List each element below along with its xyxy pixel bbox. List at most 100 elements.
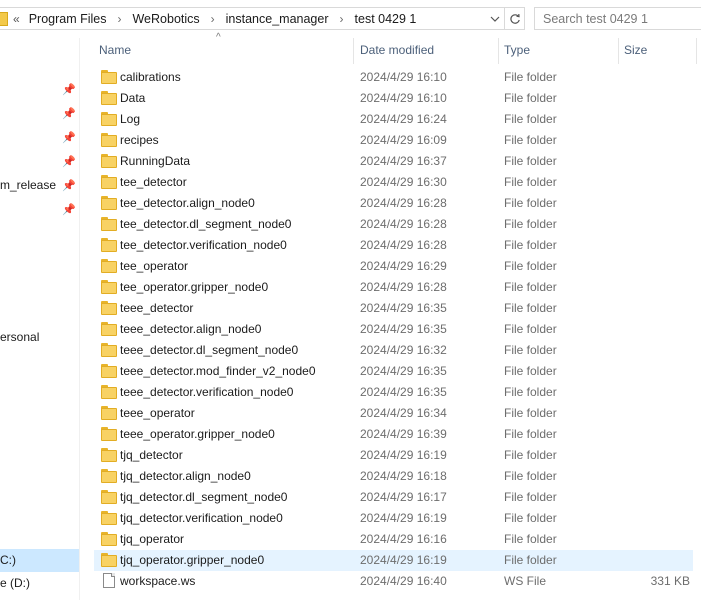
file-name: tjq_detector.verification_node0 [120, 511, 283, 525]
file-row[interactable]: tee_detector.align_node0 2024/4/29 16:28 F… [94, 193, 693, 214]
column-header-name[interactable]: Name [99, 38, 131, 62]
file-row[interactable]: tee_detector.verification_node0 2024/4/29… [94, 235, 693, 256]
file-size [590, 88, 690, 109]
file-size [590, 445, 690, 466]
file-size [590, 361, 690, 382]
file-size [590, 403, 690, 424]
drive-d[interactable]: e (D:) [0, 572, 79, 595]
breadcrumb-werobotics[interactable]: WeRobotics [131, 12, 200, 26]
file-size [590, 550, 690, 571]
pin-icon[interactable]: 📌 [62, 83, 76, 97]
file-size [590, 487, 690, 508]
file-row[interactable]: tjq_detector.align_node0 2024/4/29 16:18 F… [94, 466, 693, 487]
column-divider[interactable] [353, 38, 354, 64]
pin-icon[interactable]: 📌 [62, 107, 76, 121]
file-icon [101, 573, 117, 588]
file-type: File folder [504, 406, 557, 420]
file-row[interactable]: teee_operator.gripper_node0 2024/4/29 16:… [94, 424, 693, 445]
column-divider[interactable] [696, 38, 697, 64]
breadcrumb-program-files[interactable]: Program Files [28, 12, 108, 26]
column-header-type[interactable]: Type [504, 38, 530, 62]
file-date-modified: 2024/4/29 16:28 [360, 217, 447, 231]
folder-icon [101, 280, 117, 294]
column-header-size[interactable]: Size [624, 38, 647, 62]
file-name: teee_detector.mod_finder_v2_node0 [120, 364, 316, 378]
file-row[interactable]: tee_operator.gripper_node0 2024/4/29 16:2… [94, 277, 693, 298]
folder-icon [101, 406, 117, 420]
file-date-modified: 2024/4/29 16:34 [360, 406, 447, 420]
file-type: File folder [504, 469, 557, 483]
refresh-icon[interactable] [505, 7, 525, 30]
column-divider[interactable] [498, 38, 499, 64]
file-type: File folder [504, 280, 557, 294]
quick-access-item[interactable]: m_release [0, 174, 56, 196]
folder-icon [101, 196, 117, 210]
file-row[interactable]: tjq_operator.gripper_node0 2024/4/29 16:1… [94, 550, 693, 571]
file-name: tee_detector.align_node0 [120, 196, 255, 210]
chevron-right-icon[interactable]: › [117, 12, 121, 26]
chevron-right-icon[interactable]: › [211, 12, 215, 26]
file-name: tee_operator.gripper_node0 [120, 280, 269, 294]
file-row[interactable]: tee_operator 2024/4/29 16:29 File folder [94, 256, 693, 277]
file-date-modified: 2024/4/29 16:35 [360, 385, 447, 399]
file-row[interactable]: workspace.ws 2024/4/29 16:40 WS File 331 KB [94, 571, 693, 592]
file-date-modified: 2024/4/29 16:39 [360, 427, 447, 441]
file-size [590, 529, 690, 550]
file-row[interactable]: tee_detector 2024/4/29 16:30 File folder [94, 172, 693, 193]
folder-icon [101, 343, 117, 357]
folder-icon [101, 133, 117, 147]
file-row[interactable]: tjq_detector.dl_segment_node0 2024/4/29 1… [94, 487, 693, 508]
file-type: File folder [504, 301, 557, 315]
nav-item-personal[interactable]: ersonal [0, 326, 39, 348]
file-type: File folder [504, 364, 557, 378]
file-type: File folder [504, 196, 557, 210]
folder-icon [101, 385, 117, 399]
file-row[interactable]: recipes 2024/4/29 16:09 File folder [94, 130, 693, 151]
file-type: File folder [504, 385, 557, 399]
file-type: File folder [504, 532, 557, 546]
column-header-date[interactable]: Date modified [360, 38, 434, 62]
column-divider[interactable] [618, 38, 619, 64]
file-row[interactable]: teee_detector 2024/4/29 16:35 File folder [94, 298, 693, 319]
file-row[interactable]: teee_detector.mod_finder_v2_node0 2024/4/… [94, 361, 693, 382]
file-size [590, 466, 690, 487]
address-bar[interactable]: « Program Files › WeRobotics › instance_… [0, 7, 505, 30]
pin-icon[interactable]: 📌 [62, 203, 76, 217]
folder-icon [101, 322, 117, 336]
file-row[interactable]: Log 2024/4/29 16:24 File folder [94, 109, 693, 130]
file-type: File folder [504, 448, 557, 462]
file-size [590, 151, 690, 172]
pin-icon[interactable]: 📌 [62, 179, 76, 193]
file-size [590, 508, 690, 529]
file-size [590, 319, 690, 340]
file-row[interactable]: teee_operator 2024/4/29 16:34 File folder [94, 403, 693, 424]
file-row[interactable]: tjq_detector.verification_node0 2024/4/29… [94, 508, 693, 529]
address-dropdown-icon[interactable] [485, 7, 505, 30]
file-name: RunningData [120, 154, 191, 168]
file-size [590, 109, 690, 130]
breadcrumb-current-folder[interactable]: test 0429 1 [354, 12, 418, 26]
file-type: File folder [504, 343, 557, 357]
file-row[interactable]: teee_detector.align_node0 2024/4/29 16:35… [94, 319, 693, 340]
search-input[interactable] [534, 7, 701, 30]
overflow-chevron-icon[interactable]: « [13, 12, 20, 26]
file-row[interactable]: Data 2024/4/29 16:10 File folder [94, 88, 693, 109]
pin-icon[interactable]: 📌 [62, 155, 76, 169]
file-row[interactable]: RunningData 2024/4/29 16:37 File folder [94, 151, 693, 172]
folder-icon [101, 259, 117, 273]
file-row[interactable]: teee_detector.verification_node0 2024/4/2… [94, 382, 693, 403]
file-row[interactable]: tjq_detector 2024/4/29 16:19 File folder [94, 445, 693, 466]
file-row[interactable]: tjq_operator 2024/4/29 16:16 File folder [94, 529, 693, 550]
chevron-right-icon[interactable]: › [340, 12, 344, 26]
file-row[interactable]: calibrations 2024/4/29 16:10 File folder [94, 67, 693, 88]
file-name: Log [120, 112, 141, 126]
folder-icon [0, 11, 8, 26]
breadcrumb-instance-manager[interactable]: instance_manager [225, 12, 330, 26]
file-date-modified: 2024/4/29 16:30 [360, 175, 447, 189]
drive-c[interactable]: C:) [0, 549, 79, 572]
file-size [590, 256, 690, 277]
file-row[interactable]: tee_detector.dl_segment_node0 2024/4/29 1… [94, 214, 693, 235]
file-row[interactable]: teee_detector.dl_segment_node0 2024/4/29 … [94, 340, 693, 361]
folder-icon [101, 217, 117, 231]
pin-icon[interactable]: 📌 [62, 131, 76, 145]
